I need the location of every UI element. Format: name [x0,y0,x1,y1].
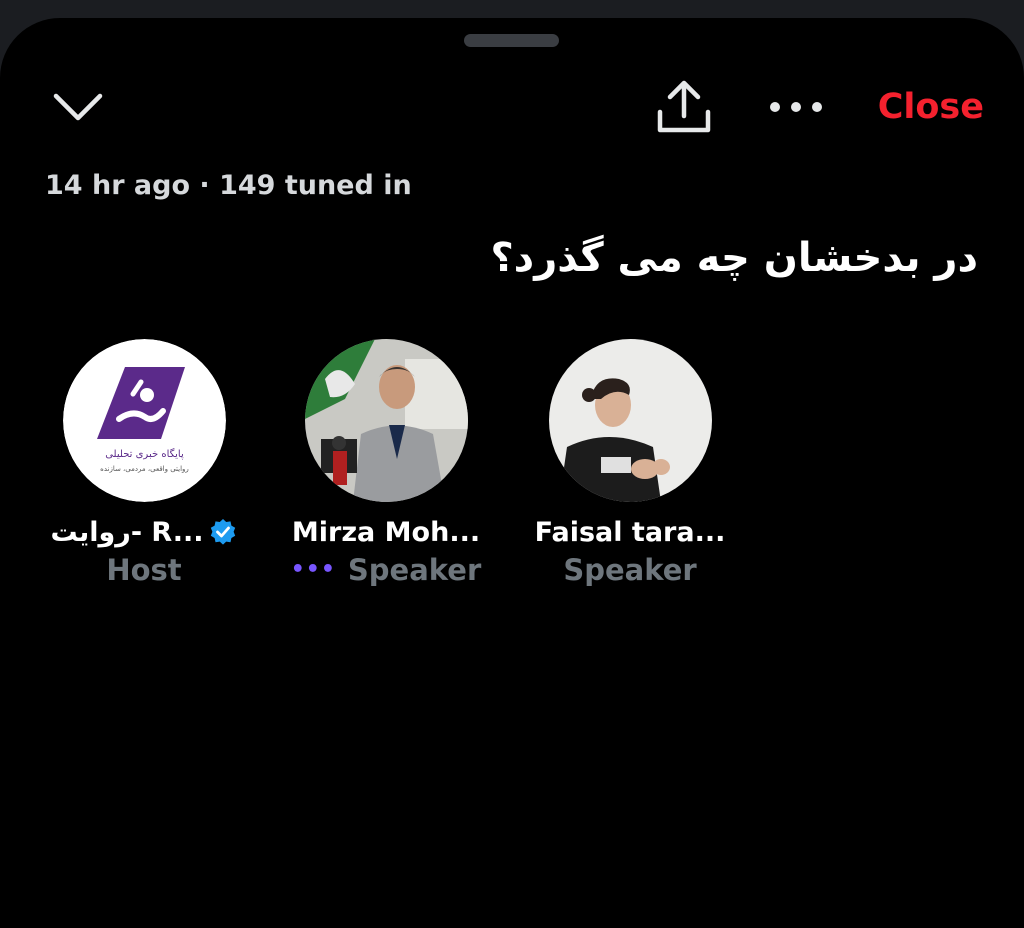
share-button[interactable] [652,76,716,140]
space-meta: 14 hr ago · 149 tuned in [45,170,412,201]
verified-badge-icon [211,519,236,545]
participant-speaker[interactable]: Faisal tara... Speaker [500,339,760,589]
participant-host[interactable]: پایگاه خبری تحلیلی روایتی واقعی، مردمی، … [14,339,274,589]
participant-name-row: روایت- R... [14,513,274,551]
avatar[interactable] [304,339,468,502]
participant-name: Faisal tara... [534,516,726,548]
speaker-photo-image [304,339,468,502]
role-label: Speaker [563,553,697,587]
share-icon [657,80,711,133]
avatar[interactable]: پایگاه خبری تحلیلی روایتی واقعی، مردمی، … [62,339,226,502]
speaking-indicator-icon: ••• [290,557,336,582]
speaker-photo-image [548,339,712,502]
participant-name-row: Faisal tara... [500,513,760,551]
close-button[interactable]: Close [872,84,984,130]
avatar[interactable] [548,339,712,502]
logo-text-line2: روایتی واقعی، مردمی، سازنده [100,465,189,473]
participant-role: Host [14,551,274,589]
collapse-button[interactable] [52,90,104,124]
logo-text-line1: پایگاه خبری تحلیلی [105,448,184,460]
participant-role: Speaker [500,551,760,589]
space-sheet: Close 14 hr ago · 149 tuned in در بدخشان… [0,18,1024,928]
participant-name-row: Mirza Moh... [256,513,516,551]
role-label: Host [106,553,182,587]
participant-role: ••• Speaker [256,551,516,589]
participant-name: روایت- R... [50,516,204,548]
revayat-logo-image: پایگاه خبری تحلیلی روایتی واقعی، مردمی، … [62,339,226,502]
more-horizontal-icon [770,102,822,112]
drag-handle[interactable] [464,34,559,47]
role-label: Speaker [347,553,482,587]
participant-speaker[interactable]: Mirza Moh... ••• Speaker [256,339,516,589]
space-title: در بدخشان چه می گذرد؟ [490,235,978,281]
chevron-down-icon [53,93,103,121]
participant-name: Mirza Moh... [291,516,481,548]
more-options-button[interactable] [764,90,828,124]
